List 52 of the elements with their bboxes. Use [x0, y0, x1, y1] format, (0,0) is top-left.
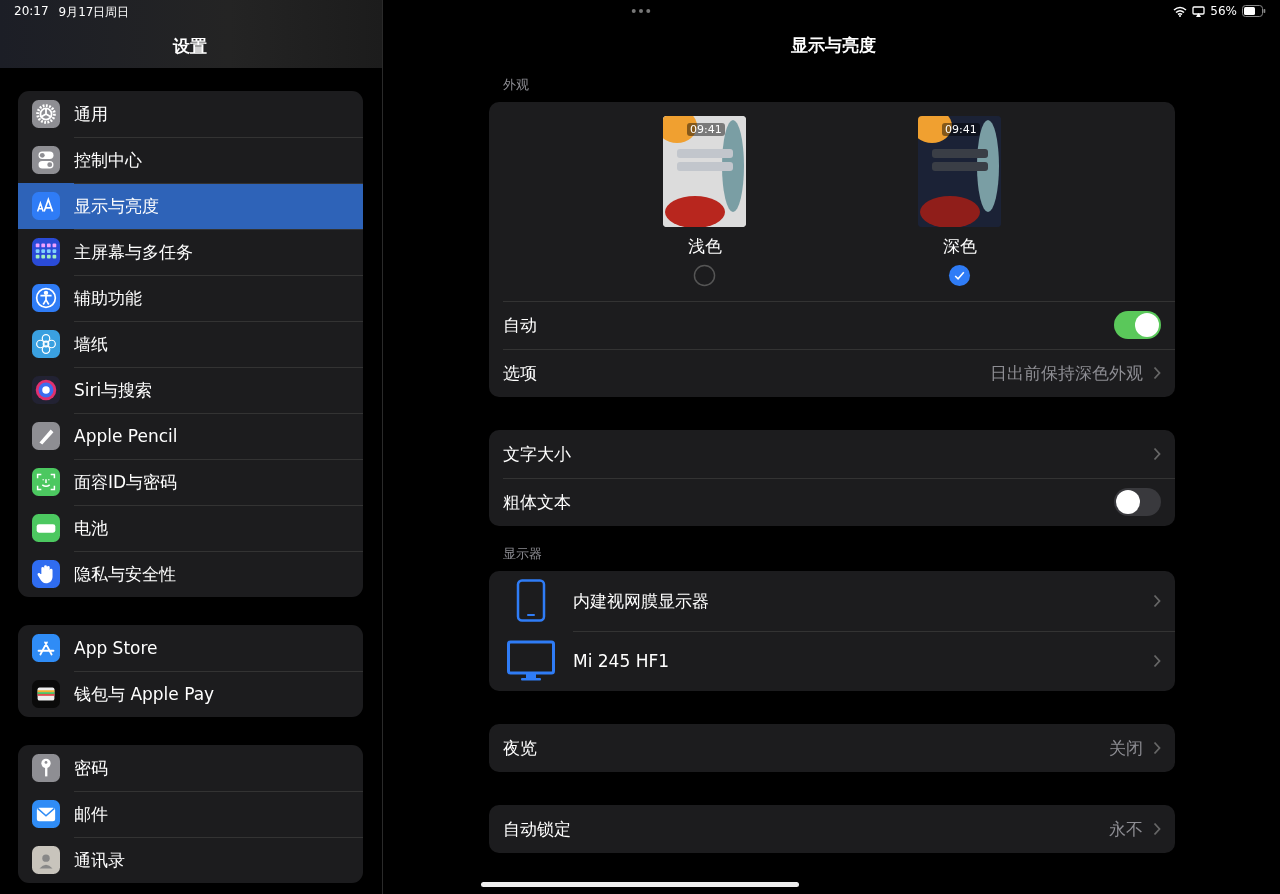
row-label: 自动锁定 — [503, 817, 571, 841]
row-label: 夜览 — [503, 736, 537, 760]
more-dots-icon[interactable] — [631, 8, 651, 14]
row-value: 永不 — [1109, 817, 1143, 841]
status-date: 9月17日周日 — [58, 4, 130, 21]
chevron-icon[interactable] — [1153, 594, 1161, 608]
row-label: 内建视网膜显示器 — [573, 589, 709, 613]
status-time: 20:17 — [14, 4, 49, 20]
row-label: 选项 — [503, 361, 537, 385]
chevron-icon[interactable] — [1153, 366, 1161, 380]
appearance-label: 浅色 — [687, 235, 722, 258]
sidebar-item[interactable]: 隐私与安全性 — [18, 551, 363, 597]
sidebar-item[interactable]: 控制中心 — [18, 137, 363, 183]
sidebar-item[interactable]: 通讯录 — [18, 837, 363, 883]
wifi-icon — [1173, 5, 1188, 17]
section-header: 外观 — [502, 76, 530, 94]
row-label: Mi 245 HF1 — [573, 651, 670, 671]
sidebar-item[interactable]: 主屏幕与多任务 — [18, 229, 363, 275]
sidebar-item[interactable]: 辅助功能 — [18, 275, 363, 321]
battery-percent: 56% — [1210, 4, 1237, 18]
chevron-icon[interactable] — [1153, 822, 1161, 836]
chevron-icon[interactable] — [1153, 447, 1161, 461]
sidebar-item[interactable]: 面容ID与密码 — [18, 459, 363, 505]
sidebar-item[interactable]: Siri与搜索 — [18, 367, 363, 413]
row-label: 粗体文本 — [503, 490, 571, 514]
row-value: 日出前保持深色外观 — [990, 361, 1143, 385]
battery-icon — [1242, 5, 1266, 17]
sidebar-item[interactable]: 钱包与 Apple Pay — [18, 671, 363, 717]
screen-mirroring-icon — [1192, 5, 1206, 17]
row-label: 文字大小 — [503, 442, 571, 466]
toggle-switch[interactable] — [1114, 311, 1161, 339]
wallpaper-preview[interactable]: 09:41 — [918, 116, 1001, 227]
sidebar-item[interactable]: 显示与亮度 — [18, 183, 363, 229]
section-header: 显示器 — [502, 545, 543, 563]
sidebar-item[interactable]: 密码 — [18, 745, 363, 791]
sidebar-item[interactable]: 电池 — [18, 505, 363, 551]
appearance-label: 深色 — [942, 235, 977, 258]
preview-time: 09:41 — [942, 123, 980, 136]
sidebar-item[interactable]: 邮件 — [18, 791, 363, 837]
page-title: 显示与亮度 — [789, 34, 877, 57]
row-label: 自动 — [503, 313, 537, 337]
sidebar-item[interactable]: Apple Pencil — [18, 413, 363, 459]
toggle-switch[interactable] — [1114, 488, 1161, 516]
checkmark-radio-icon[interactable] — [948, 264, 971, 287]
sidebar-item[interactable]: 墙纸 — [18, 321, 363, 367]
radio-icon[interactable] — [693, 264, 716, 287]
sidebar-title: 设置 — [171, 35, 208, 58]
chevron-icon[interactable] — [1153, 741, 1161, 755]
sidebar-item[interactable]: App Store — [18, 625, 363, 671]
sidebar-item[interactable]: 通用 — [18, 91, 363, 137]
chevron-icon[interactable] — [1153, 654, 1161, 668]
row-value: 关闭 — [1109, 736, 1143, 760]
